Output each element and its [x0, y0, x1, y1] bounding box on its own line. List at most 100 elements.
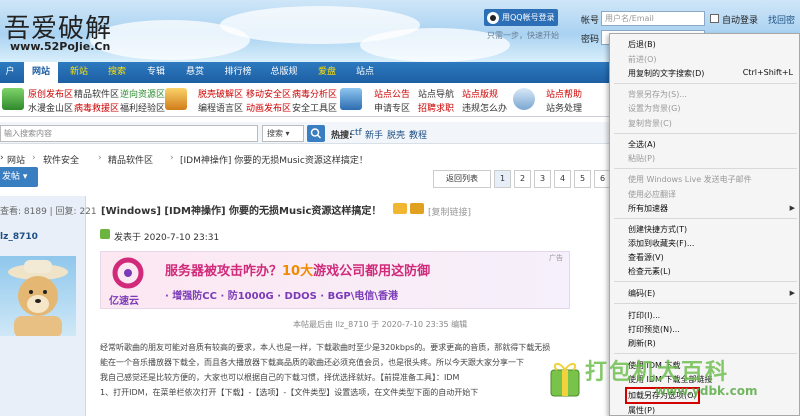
menu-item-send-email[interactable]: 使用 Windows Live 发送电子邮件	[628, 174, 752, 185]
menu-item-print-preview[interactable]: 打印预览(N)...	[628, 324, 680, 335]
sub-link-flood[interactable]: 水漫金山区	[28, 101, 73, 114]
hot-search-item[interactable]: ctf	[350, 128, 362, 138]
menu-item-search-copied[interactable]: 用复制的文字搜索(D)	[628, 68, 704, 79]
sub-link-reverse[interactable]: 逆向资源区	[120, 87, 165, 100]
breadcrumb-item[interactable]: 网站	[7, 153, 25, 166]
nav-item-album[interactable]: 专辑	[141, 62, 171, 83]
page-number[interactable]: 3	[534, 170, 551, 188]
retrieve-password-link[interactable]: 找回密	[768, 13, 795, 26]
back-to-list-label: 返回列表	[446, 174, 478, 183]
qq-login-label: 用QQ帐号登录	[502, 13, 555, 22]
password-label: 密码	[581, 35, 600, 45]
search-button[interactable]	[307, 125, 325, 142]
sub-link-original[interactable]: 原创发布区	[28, 87, 73, 100]
menu-item-forward[interactable]: 前进(O)	[628, 54, 657, 65]
author-avatar[interactable]	[0, 256, 76, 336]
nav-item-rules[interactable]: 总版规	[264, 62, 304, 83]
auto-login-checkbox[interactable]	[710, 14, 719, 23]
post-button-label: 发帖	[2, 172, 21, 182]
sub-link-affairs[interactable]: 站务处理	[546, 101, 582, 114]
ad-highlight: 10大	[282, 264, 314, 279]
sub-link-guide[interactable]: 站点导航	[418, 87, 454, 100]
menu-item-view-source[interactable]: 查看源(V)	[628, 252, 664, 263]
account-label: 帐号	[581, 16, 600, 26]
breadcrumb-sep: ›	[170, 153, 174, 163]
menu-item-translate[interactable]: 使用必应翻译	[628, 189, 676, 200]
menu-item-encoding[interactable]: 编码(E)	[628, 288, 655, 299]
sub-link-jobs[interactable]: 招聘求职	[418, 101, 454, 114]
attachment-icon	[410, 203, 424, 214]
hot-search-item[interactable]: 脱壳	[387, 128, 405, 141]
menu-item-copy-bg[interactable]: 复制背景(C)	[628, 118, 672, 129]
hot-search-item[interactable]: 新手	[365, 128, 383, 141]
page-number[interactable]: 2	[514, 170, 531, 188]
author-name[interactable]: lz_8710	[0, 232, 38, 242]
nav-item-pan[interactable]: 爱盘	[312, 62, 342, 83]
sub-link-program[interactable]: 编程语言区	[198, 101, 243, 114]
nav-item-user[interactable]: 户	[0, 62, 20, 83]
page-number[interactable]: 1	[494, 170, 511, 188]
watermark-text: 打包机大百科	[585, 360, 730, 385]
post-body-line: 1、打开IDM，在菜单栏依次打开【下载】-【选项】-【文件类型】设置选项，在文件…	[100, 388, 479, 397]
search-input[interactable]: 输入搜索内容	[0, 125, 258, 142]
search-scope-select[interactable]: 搜索 ▾	[262, 125, 304, 142]
post-title-text: [IDM神操作] 你要的无损Music资源这样搞定！	[164, 206, 382, 217]
sub-link-welfare[interactable]: 福利经验区	[120, 101, 165, 114]
sub-link-software[interactable]: 精品软件区	[74, 87, 119, 100]
post-button[interactable]: 发帖 ▾	[0, 167, 38, 187]
menu-item-favorites[interactable]: 添加到收藏夹(F)...	[628, 238, 694, 249]
menu-item-print[interactable]: 打印(I)...	[628, 310, 660, 321]
menu-shortcut: Ctrl+Shift+L	[742, 68, 793, 77]
nav-item-bounty[interactable]: 悬赏	[180, 62, 210, 83]
back-to-list-button[interactable]: 返回列表	[433, 170, 491, 188]
ad-banner[interactable]: 亿速云 服务器被攻击咋办？10大游戏公司都用这防御 · 增强防CC · 防100…	[100, 251, 570, 309]
menu-item-inspect[interactable]: 检查元素(L)	[628, 266, 671, 277]
post-body-line: 经常听歌曲的朋友可能对音质有较高的要求，本人也是一样，下载歌曲时至少是320kb…	[100, 343, 551, 352]
ad-headline-part: 服务器被攻击咋办？	[165, 264, 283, 279]
menu-item-select-all[interactable]: 全选(A)	[628, 139, 656, 150]
qq-login-button[interactable]: 用QQ帐号登录	[484, 9, 558, 26]
menu-item-paste[interactable]: 粘贴(P)	[628, 153, 655, 164]
post-category[interactable]: [Windows]	[101, 206, 161, 217]
sub-link-notice[interactable]: 站点公告	[374, 87, 410, 100]
breadcrumb-item[interactable]: 精品软件区	[108, 153, 153, 166]
menu-item-back[interactable]: 后退(B)	[628, 39, 656, 50]
hot-search-item[interactable]: 教程	[409, 128, 427, 141]
menu-item-shortcut[interactable]: 创建快捷方式(T)	[628, 224, 687, 235]
post-time: 发表于 2020-7-10 23:31	[114, 233, 220, 243]
sub-link-anime[interactable]: 动画发布区	[246, 101, 291, 114]
menu-item-accelerators[interactable]: 所有加速器	[628, 203, 668, 214]
copy-link[interactable]: [复制链接]	[428, 205, 471, 218]
sub-link-mobile[interactable]: 移动安全区	[246, 87, 291, 100]
ad-tag: 广告	[549, 254, 563, 262]
sub-link-tools[interactable]: 安全工具区	[292, 101, 337, 114]
forum-group-icon	[165, 88, 187, 110]
nav-item-new[interactable]: 新站	[64, 62, 94, 83]
forum-group-icon	[2, 88, 24, 110]
post-body-line: 我自己感觉还是比较方便的，大家也可以根据自己的下载习惯，择优选择就好。【前提准备…	[100, 373, 460, 382]
sub-link-help[interactable]: 站点帮助	[546, 87, 582, 100]
sub-link-violation[interactable]: 违规怎么办	[462, 101, 507, 114]
post-body-line: 能在一个音乐播放器下载全，而且各大播放器下载高品质的歌曲还必须充值会员，也是很头…	[100, 358, 524, 367]
sub-link-virus-help[interactable]: 病毒救援区	[74, 101, 119, 114]
breadcrumb-sep: ›	[98, 153, 102, 163]
sub-link-unpack[interactable]: 脱壳破解区	[198, 87, 243, 100]
page-number[interactable]: 4	[554, 170, 571, 188]
sub-link-virus-analysis[interactable]: 病毒分析区	[292, 87, 337, 100]
nav-item-rank[interactable]: 排行榜	[219, 62, 257, 83]
menu-item-save-bg[interactable]: 背景另存为(S)...	[628, 89, 687, 100]
nav-item-site[interactable]: 网站	[24, 62, 58, 83]
page-number[interactable]: 5	[574, 170, 591, 188]
breadcrumb-item[interactable]: 软件安全	[43, 153, 79, 166]
sub-link-rules[interactable]: 站点版规	[462, 87, 498, 100]
breadcrumb-home-icon[interactable]: ›	[0, 153, 4, 163]
nav-item-search[interactable]: 搜索	[102, 62, 132, 83]
search-icon	[310, 128, 322, 139]
account-input[interactable]: 用户名/Email	[601, 11, 705, 26]
breadcrumb-item[interactable]: [IDM神操作] 你要的无损Music资源这样搞定！	[180, 153, 368, 166]
nav-item-station[interactable]: 站点	[350, 62, 380, 83]
sub-link-apply[interactable]: 申请专区	[374, 101, 410, 114]
forum-group-icon	[340, 88, 362, 110]
menu-item-refresh[interactable]: 刷新(R)	[628, 338, 656, 349]
menu-item-set-bg[interactable]: 设置为背景(G)	[628, 103, 680, 114]
